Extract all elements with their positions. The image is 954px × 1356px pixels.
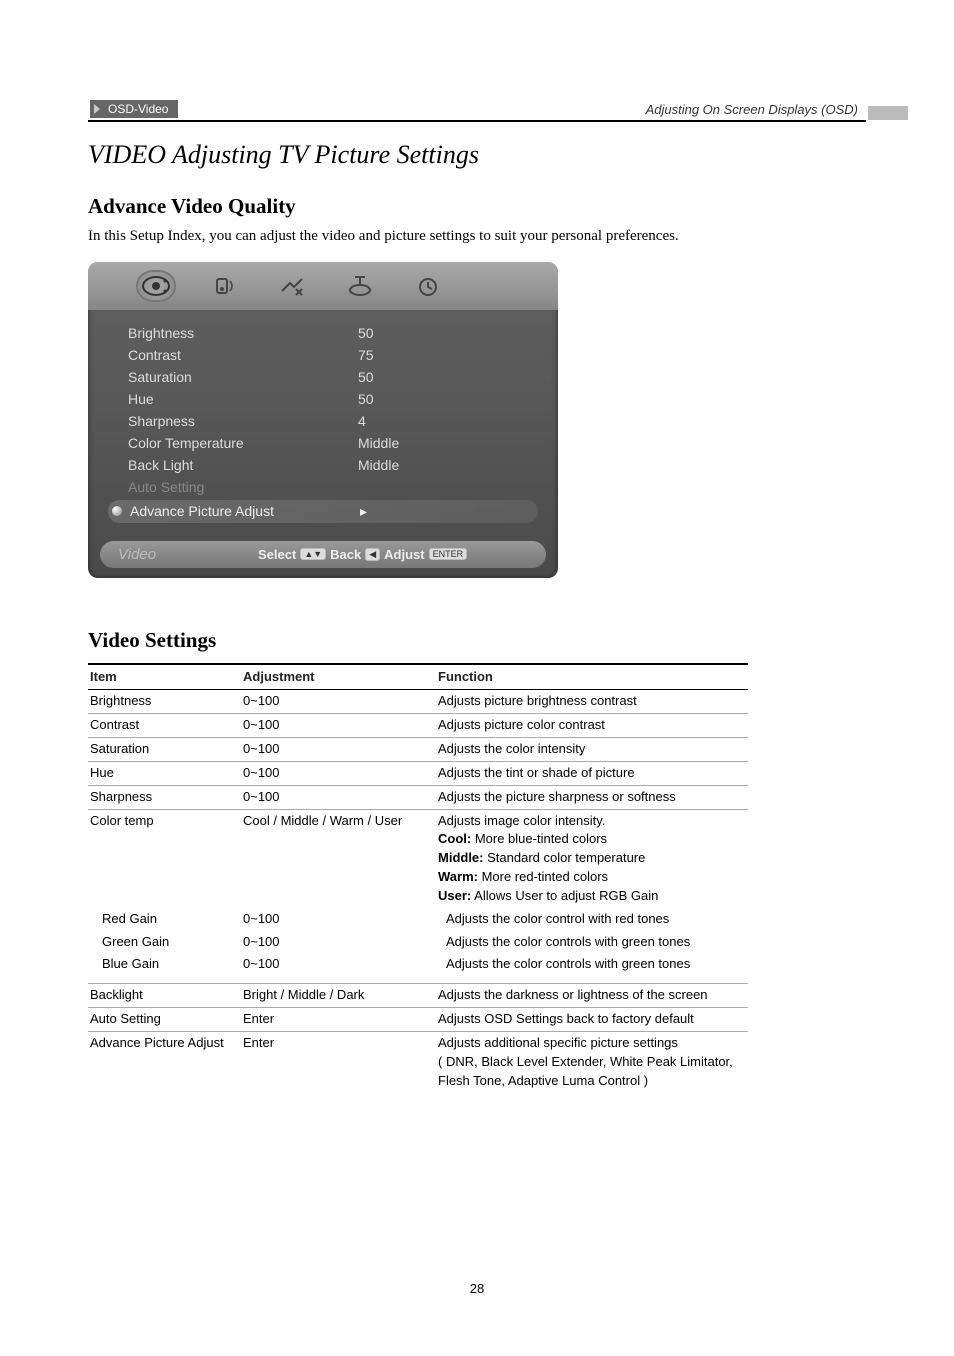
hint-select: Select xyxy=(258,547,296,562)
table-header: Item Adjustment Function xyxy=(88,663,748,691)
osd-panel: Brightness50 Contrast75 Saturation50 Hue… xyxy=(88,262,558,578)
page-number: 28 xyxy=(0,1281,954,1296)
enter-icon: ENTER xyxy=(429,548,468,560)
table-row-advance: Advance Picture Adjust Enter Adjusts add… xyxy=(88,1032,748,1093)
page-content: OSD-Video Adjusting On Screen Displays (… xyxy=(0,0,954,1093)
hint-adjust: Adjust xyxy=(384,547,424,562)
page-header: OSD-Video Adjusting On Screen Displays (… xyxy=(88,100,866,122)
osd-footer-section: Video xyxy=(118,546,258,563)
parental-tab-icon[interactable] xyxy=(410,272,446,300)
table-row: Red Gain0~100Adjusts the color control w… xyxy=(88,908,748,931)
osd-body: Brightness50 Contrast75 Saturation50 Hue… xyxy=(88,310,558,529)
page-title: VIDEO Adjusting TV Picture Settings xyxy=(88,140,866,170)
advance-description: In this Setup Index, you can adjust the … xyxy=(88,225,866,248)
channel-tab-icon[interactable] xyxy=(342,272,378,300)
audio-tab-icon[interactable] xyxy=(206,272,242,300)
video-tab-icon[interactable] xyxy=(138,272,174,300)
table-row: Saturation0~100Adjusts the color intensi… xyxy=(88,738,748,762)
table-row: Hue0~100Adjusts the tint or shade of pic… xyxy=(88,762,748,786)
osd-footer: Video Select ▲▼ Back ◀ Adjust ENTER xyxy=(100,541,546,568)
osd-row-advance-highlight[interactable]: Advance Picture Adjust▸ xyxy=(108,500,538,523)
chevron-right-icon: ▸ xyxy=(360,503,367,520)
table-row: Brightness0~100Adjusts picture brightnes… xyxy=(88,690,748,714)
settings-table: Item Adjustment Function Brightness0~100… xyxy=(88,663,748,1093)
osd-row-colortemp[interactable]: Color TemperatureMiddle xyxy=(108,432,538,454)
osd-row-hue[interactable]: Hue50 xyxy=(108,388,538,410)
table-row: Auto SettingEnterAdjusts OSD Settings ba… xyxy=(88,1008,748,1032)
table-row: Contrast0~100Adjusts picture color contr… xyxy=(88,714,748,738)
row-divider xyxy=(88,976,748,984)
table-row: Sharpness0~100Adjusts the picture sharpn… xyxy=(88,786,748,810)
osd-tab-icons xyxy=(88,262,558,310)
table-row-colortemp: Color temp Cool / Middle / Warm / User A… xyxy=(88,810,748,908)
table-row: BacklightBright / Middle / DarkAdjusts t… xyxy=(88,984,748,1008)
col-function: Function xyxy=(438,668,748,687)
osd-row-autosetting[interactable]: Auto Setting xyxy=(108,476,538,498)
col-adjustment: Adjustment xyxy=(243,668,438,687)
osd-row-contrast[interactable]: Contrast75 xyxy=(108,344,538,366)
header-subtitle: Adjusting On Screen Displays (OSD) xyxy=(646,102,866,120)
osd-row-backlight[interactable]: Back LightMiddle xyxy=(108,454,538,476)
osd-row-brightness[interactable]: Brightness50 xyxy=(108,322,538,344)
advance-heading: Advance Video Quality xyxy=(88,194,866,219)
header-tag: OSD-Video xyxy=(90,100,178,118)
updown-icon: ▲▼ xyxy=(300,548,326,560)
table-row: Blue Gain0~100Adjusts the color controls… xyxy=(88,953,748,976)
hint-back: Back xyxy=(330,547,361,562)
table-row: Green Gain0~100Adjusts the color control… xyxy=(88,931,748,954)
osd-row-saturation[interactable]: Saturation50 xyxy=(108,366,538,388)
setup-tab-icon[interactable] xyxy=(274,272,310,300)
left-icon: ◀ xyxy=(365,548,380,561)
video-settings-heading: Video Settings xyxy=(88,628,866,653)
col-item: Item xyxy=(88,668,243,687)
osd-row-sharpness[interactable]: Sharpness4 xyxy=(108,410,538,432)
header-accent xyxy=(868,106,908,120)
